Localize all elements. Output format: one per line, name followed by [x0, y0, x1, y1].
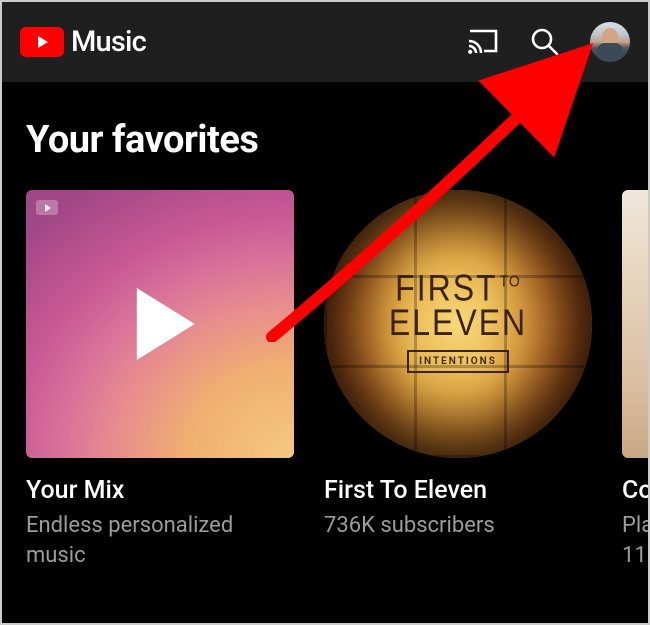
cast-icon[interactable]: [466, 25, 500, 59]
album-art-text: FIRSTTO ELEVEN: [389, 271, 527, 341]
topbar-actions: [466, 22, 630, 62]
youtube-play-icon: [20, 27, 64, 57]
art-to: TO: [500, 272, 521, 290]
your-mix-art: [26, 190, 294, 458]
app-name: Music: [71, 25, 146, 59]
album-badge: INTENTIONS: [407, 350, 509, 373]
top-bar: Music: [2, 2, 648, 82]
card-title: First To Eleven: [324, 476, 592, 505]
card-subtitle: Endless personalized music: [26, 511, 294, 570]
main-content: Your favorites Your Mix Endless personal…: [2, 82, 648, 570]
search-icon[interactable]: [528, 25, 562, 59]
profile-avatar[interactable]: [590, 22, 630, 62]
card-your-mix[interactable]: Your Mix Endless personalized music: [26, 190, 294, 570]
card-title: Your Mix: [26, 476, 294, 505]
favorites-carousel[interactable]: Your Mix Endless personalized music FIRS…: [26, 190, 648, 570]
art-line2: ELEVEN: [389, 302, 527, 343]
partial-art: [622, 190, 650, 458]
play-icon: [137, 288, 195, 360]
youtube-mini-icon: [36, 200, 58, 215]
card-partial[interactable]: Cov Play 116: [622, 190, 650, 570]
card-title: Cov: [622, 476, 650, 505]
card-subtitle: Play 116: [622, 511, 650, 570]
section-title: Your favorites: [26, 118, 648, 162]
app-logo[interactable]: Music: [20, 25, 456, 59]
first-to-eleven-art: FIRSTTO ELEVEN INTENTIONS: [324, 190, 592, 458]
card-first-to-eleven[interactable]: FIRSTTO ELEVEN INTENTIONS First To Eleve…: [324, 190, 592, 570]
card-subtitle: 736K subscribers: [324, 511, 592, 541]
